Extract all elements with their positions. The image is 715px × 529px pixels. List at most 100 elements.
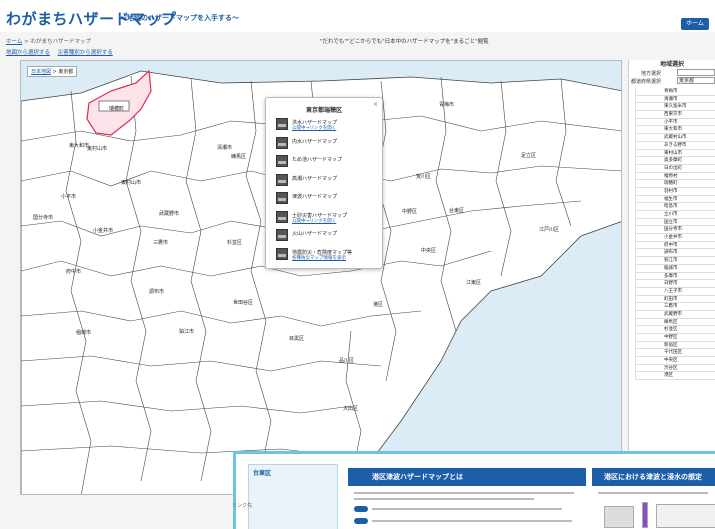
popup-hazard-item[interactable]: 土砂災害ハザードマップ 公開中→リンクを開く	[276, 210, 376, 226]
select-by-disaster-link[interactable]: 災害種別から選択する	[58, 50, 113, 56]
district-label[interactable]: 青梅市	[439, 101, 454, 108]
overlay-legend-box	[656, 504, 715, 528]
home-button[interactable]: ホーム	[681, 18, 709, 30]
municipality-item[interactable]: 立川市	[635, 211, 715, 219]
municipality-item[interactable]: 武蔵野市	[635, 310, 715, 319]
select-by-area-link[interactable]: 地図から選択する	[6, 50, 50, 56]
municipality-item[interactable]: 武蔵村山市	[635, 134, 715, 142]
municipality-item[interactable]: 羽村市	[635, 187, 715, 196]
municipality-item[interactable]: 檜原村	[635, 172, 715, 181]
municipality-item[interactable]: 小平市	[635, 118, 715, 127]
tsunami-icon	[276, 192, 288, 204]
popup-hazard-item[interactable]: 高潮ハザードマップ	[276, 173, 376, 189]
municipality-item[interactable]: 東大和市	[635, 126, 715, 135]
popup-hazard-item[interactable]: ため池ハザードマップ	[276, 155, 376, 170]
municipality-item[interactable]: 千代田区	[635, 349, 715, 358]
district-label[interactable]: 東大和市	[69, 142, 89, 149]
breadcrumb-home[interactable]: ホーム	[6, 39, 22, 45]
document-overlay[interactable]: 台東区 港区津波ハザードマップとは 港区における津波と浸水の想定	[233, 451, 715, 529]
district-label[interactable]: 狛江市	[179, 328, 194, 335]
popup-hazard-item[interactable]: 火山ハザードマップ	[276, 229, 376, 244]
municipality-item[interactable]: 中野区	[635, 334, 715, 342]
district-label[interactable]: 目黒区	[289, 335, 304, 342]
municipality-item[interactable]: 昭島市	[635, 203, 715, 211]
district-label[interactable]: 東村山市	[87, 145, 107, 152]
municipality-item[interactable]: 福生市	[635, 195, 715, 204]
district-label[interactable]: 世田谷区	[233, 299, 253, 306]
popup-hazard-link[interactable]: 公開中→リンクを開く	[292, 218, 336, 224]
district-label[interactable]: 稲城市	[76, 329, 91, 336]
district-label[interactable]: 大田区	[343, 405, 358, 412]
municipality-item[interactable]: 調布市	[635, 249, 715, 258]
district-label[interactable]: 調布市	[149, 288, 164, 295]
district-label[interactable]: 府中市	[66, 268, 81, 275]
region-select-row: 地方選択	[629, 69, 715, 77]
popup-hazard-item[interactable]: 津波ハザードマップ	[276, 192, 376, 207]
municipality-item[interactable]: 三鷹市	[635, 303, 715, 311]
municipality-item[interactable]: 奥多摩町	[635, 157, 715, 165]
popup-hazard-item[interactable]: 地震防災・危険度マップ等 各種防災マップ情報を表示	[276, 247, 376, 263]
district-label[interactable]: 中野区	[402, 208, 417, 215]
municipality-item[interactable]: 清瀬市	[635, 95, 715, 104]
district-label[interactable]: 足立区	[521, 152, 536, 159]
municipality-item[interactable]: 国立市	[635, 218, 715, 227]
district-label[interactable]: 中央区	[421, 247, 436, 254]
district-label[interactable]: 清瀬市	[217, 144, 232, 151]
municipality-item[interactable]: 青梅市	[635, 88, 715, 96]
district-label[interactable]: 三鷹市	[153, 239, 168, 246]
footer-note: リンク先	[232, 503, 253, 509]
popup-title: 東京都瑞穂区	[305, 107, 342, 114]
overlay-legend-box	[604, 506, 634, 528]
overlay-mid-title: 港区津波ハザードマップとは	[372, 473, 463, 481]
municipality-item[interactable]: 国分寺市	[635, 226, 715, 235]
municipality-item[interactable]: 日野市	[635, 280, 715, 288]
municipality-item[interactable]: 小金井市	[635, 234, 715, 242]
volcano-icon	[276, 229, 288, 241]
district-label[interactable]: 荒川区	[416, 173, 431, 180]
popup-hazard-item[interactable]: 洪水ハザードマップ 公開中→リンクを開く	[276, 118, 376, 133]
district-label[interactable]: 江戸川区	[539, 226, 559, 233]
municipality-item[interactable]: 中央区	[635, 357, 715, 365]
map-breadcrumb-japan[interactable]: 日本地図	[31, 69, 51, 75]
municipality-item[interactable]: 多摩市	[635, 272, 715, 281]
district-label[interactable]: 練馬区	[231, 153, 246, 160]
district-label[interactable]: 武蔵野市	[159, 210, 179, 217]
municipality-item[interactable]: 港区	[635, 372, 715, 381]
popup-hazard-name: 津波ハザードマップ	[292, 194, 338, 200]
district-label[interactable]: 品川区	[339, 357, 354, 364]
map-area[interactable]: 日本地図 > 東京都 瑞穂町 青梅市 清瀬市 東村山市 東大和市 練馬区 足立区 荒川区 東村山…	[20, 60, 622, 495]
municipality-item[interactable]: 稲城市	[635, 264, 715, 273]
overlay-map-thumbnail: 台東区	[248, 464, 338, 529]
pref-select[interactable]: 東京都	[677, 77, 715, 84]
district-label[interactable]: 国分寺市	[33, 214, 53, 221]
municipality-item[interactable]: 杉並区	[635, 326, 715, 334]
municipality-item[interactable]: 東久留米市	[635, 103, 715, 112]
municipality-item[interactable]: 府中市	[635, 241, 715, 250]
district-label[interactable]: 小金井市	[93, 227, 113, 234]
district-label[interactable]: 小平市	[61, 193, 76, 200]
district-label[interactable]: 東村山市	[121, 179, 141, 186]
district-label[interactable]: 港区	[373, 301, 383, 308]
popup-hazard-link[interactable]: 各種防災マップ情報を表示	[292, 255, 346, 261]
close-icon[interactable]: ×	[373, 101, 378, 108]
sidebar-title: 地域選択	[659, 61, 684, 68]
municipality-item[interactable]: あきる野市	[635, 141, 715, 150]
municipality-item[interactable]: 日の出町	[635, 164, 715, 173]
municipality-item[interactable]: 西東京市	[635, 111, 715, 119]
header: わがまちハザードマップ 〜地域のハザードマップを入手する〜 ホーム	[0, 0, 715, 32]
popup-hazard-item[interactable]: 内水ハザードマップ	[276, 136, 376, 152]
municipality-item[interactable]: 町田市	[635, 295, 715, 304]
municipality-item[interactable]: 新宿区	[635, 341, 715, 350]
district-label[interactable]: 杉並区	[227, 239, 242, 246]
municipality-item[interactable]: 東村山市	[635, 149, 715, 158]
district-label[interactable]: 江東区	[466, 279, 481, 286]
municipality-item[interactable]: 八王子市	[635, 287, 715, 296]
municipality-item[interactable]: 渋谷区	[635, 364, 715, 373]
district-label[interactable]: 瑞穂町	[109, 105, 124, 112]
popup-hazard-link[interactable]: 公開中→リンクを開く	[292, 125, 336, 131]
district-label[interactable]: 台東区	[449, 207, 464, 214]
municipality-item[interactable]: 練馬区	[635, 318, 715, 327]
region-select[interactable]	[677, 69, 715, 76]
municipality-item[interactable]: 瑞穂町	[635, 180, 715, 188]
municipality-item[interactable]: 狛江市	[635, 257, 715, 265]
